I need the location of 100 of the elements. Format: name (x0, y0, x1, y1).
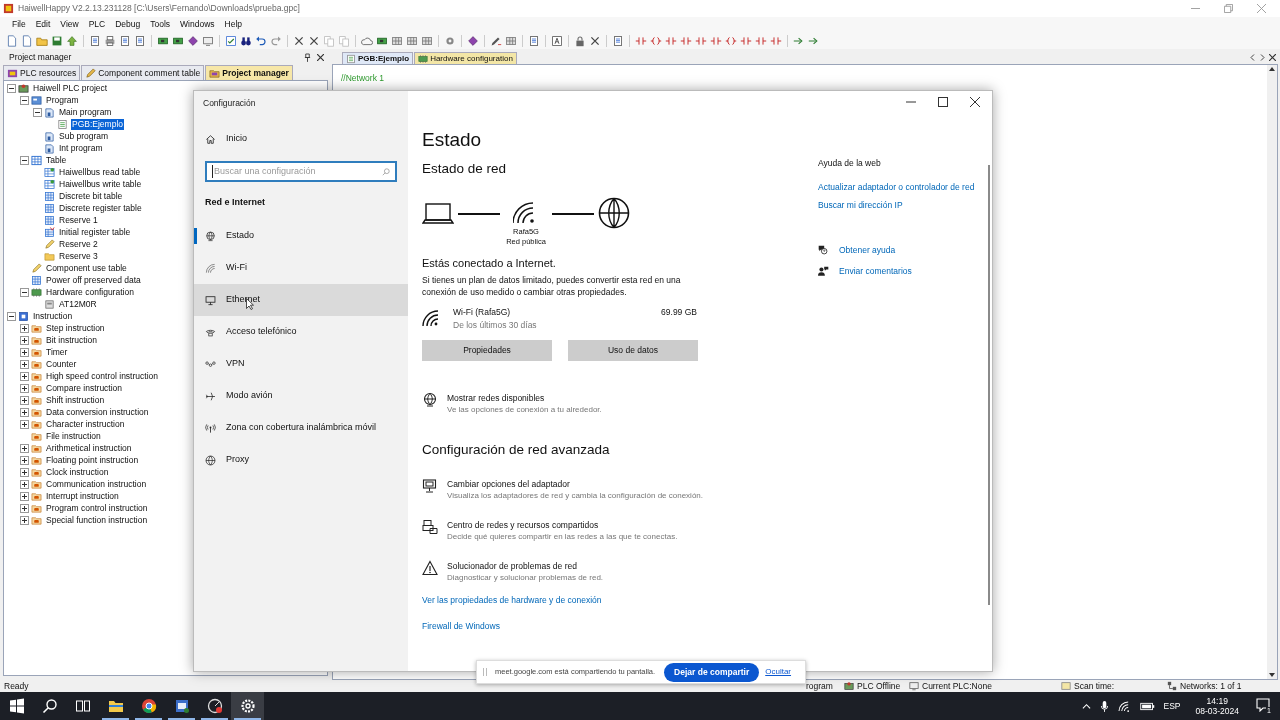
coil-icon[interactable] (650, 34, 662, 47)
scroll-down-icon[interactable] (1269, 673, 1275, 677)
tree-toggle[interactable] (20, 287, 29, 297)
nav-item[interactable]: Acceso telefónico (194, 316, 408, 348)
tree-item[interactable]: AT12M0R (58, 298, 98, 310)
editor-tab[interactable]: PGB:Ejemplo (342, 52, 414, 64)
cross-icon[interactable] (589, 34, 601, 47)
tree-toggle[interactable] (20, 503, 29, 513)
tree-item[interactable]: Instruction (32, 310, 74, 322)
binoculars-icon[interactable] (240, 34, 252, 47)
scrollbar[interactable] (988, 165, 990, 605)
arrow-up-icon[interactable] (66, 34, 78, 47)
tree-toggle[interactable] (20, 383, 29, 393)
tree-toggle[interactable] (20, 467, 29, 477)
tree-item[interactable]: Step instruction (45, 322, 106, 334)
tree-item[interactable]: Main program (58, 106, 113, 118)
tree-item[interactable]: Special function instruction (45, 514, 149, 526)
menu-item[interactable]: Debug (110, 18, 146, 31)
grid-icon[interactable] (406, 34, 418, 47)
tree-item[interactable]: Program control instruction (45, 502, 149, 514)
editor-tab[interactable]: Hardware configuration (414, 52, 517, 64)
document-icon[interactable] (528, 34, 540, 47)
tree-toggle[interactable] (20, 155, 29, 165)
link[interactable]: Ver las propiedades de hardware y de conexión (422, 594, 602, 606)
menu-item[interactable]: Edit (30, 18, 56, 31)
diamond-icon[interactable] (187, 34, 199, 47)
tree-item[interactable]: Data conversion instruction (45, 406, 150, 418)
tree-toggle[interactable] (7, 83, 16, 93)
link[interactable]: Ocultar (765, 666, 792, 678)
tree-item[interactable]: PGB:Ejemplo (71, 118, 125, 130)
tree-item[interactable]: Power off preserved data (45, 274, 142, 286)
document-icon[interactable] (119, 34, 131, 47)
tree-toggle[interactable] (20, 359, 29, 369)
lock-icon[interactable] (574, 34, 586, 47)
checklist-icon[interactable] (225, 34, 237, 47)
tree-item[interactable]: Floating point instruction (45, 454, 140, 466)
panel-tab[interactable]: PLC resources (3, 65, 81, 80)
printer-icon[interactable] (104, 34, 116, 47)
panel-tab[interactable]: Project manager (205, 65, 293, 80)
maximize-icon[interactable] (938, 97, 948, 107)
tree-item[interactable]: Haiwellbus read table (58, 166, 142, 178)
clock[interactable]: 14:19 08-03-2024 (1195, 696, 1239, 716)
nav-item[interactable]: VPN (194, 348, 408, 380)
contact-icon[interactable] (680, 34, 692, 47)
monitor-icon[interactable] (202, 34, 214, 47)
tree-item[interactable]: Reserve 2 (58, 238, 99, 250)
scrollbar[interactable] (1267, 65, 1277, 679)
grid-icon[interactable] (421, 34, 433, 47)
tree-item[interactable]: Discrete bit table (58, 190, 124, 202)
link[interactable]: Actualizar adaptador o controlador de red (818, 181, 983, 193)
tree-toggle[interactable] (20, 479, 29, 489)
menu-item[interactable]: Windows (175, 18, 220, 31)
link[interactable]: Obtener ayuda (839, 243, 896, 257)
tree-toggle[interactable] (20, 395, 29, 405)
chevron-up-icon[interactable] (1081, 701, 1091, 711)
button[interactable]: Propiedades (422, 340, 552, 361)
contact-icon[interactable] (740, 34, 752, 47)
redo-icon[interactable] (270, 34, 282, 47)
tree-item[interactable]: Shift instruction (45, 394, 106, 406)
link[interactable]: Centro de redes y recursos compartidos (447, 519, 717, 531)
tree-item[interactable]: Reserve 3 (58, 250, 99, 262)
close-icon[interactable] (1269, 54, 1276, 61)
tree-item[interactable]: High speed control instruction (45, 370, 159, 382)
taskbar-button[interactable] (231, 692, 264, 720)
tree-item[interactable]: Component use table (45, 262, 128, 274)
tree-item[interactable]: Clock instruction (45, 466, 110, 478)
tree-item[interactable]: Initial register table (58, 226, 132, 238)
tree-toggle[interactable] (20, 371, 29, 381)
nav-item[interactable]: Inicio (194, 127, 408, 151)
contact-icon[interactable] (635, 34, 647, 47)
close-icon[interactable] (970, 97, 980, 107)
contact-icon[interactable] (665, 34, 677, 47)
nav-item[interactable]: Ethernet (194, 284, 408, 316)
tree-toggle[interactable] (20, 455, 29, 465)
document-icon[interactable] (612, 34, 624, 47)
page-icon[interactable] (21, 34, 33, 47)
cross-icon[interactable] (308, 34, 320, 47)
wifi-icon[interactable] (1117, 700, 1131, 712)
document-icon[interactable] (134, 34, 146, 47)
microphone-icon[interactable] (1099, 699, 1109, 713)
tree-toggle[interactable] (7, 311, 16, 321)
contact-icon[interactable] (755, 34, 767, 47)
tree-item[interactable]: Counter (45, 358, 78, 370)
menu-item[interactable]: PLC (83, 18, 111, 31)
tree-toggle[interactable] (20, 95, 29, 105)
tree-toggle[interactable] (20, 419, 29, 429)
tree-item[interactable]: Hardware configuration (45, 286, 135, 298)
page-icon[interactable] (6, 34, 18, 47)
tree-toggle[interactable] (20, 407, 29, 417)
tree-item[interactable]: Table (45, 154, 68, 166)
contact-icon[interactable] (770, 34, 782, 47)
tree-toggle[interactable] (20, 443, 29, 453)
tree-item[interactable]: Program (45, 94, 80, 106)
text-frame-icon[interactable] (551, 34, 563, 47)
link[interactable]: Solucionador de problemas de red (447, 560, 717, 572)
pin-icon[interactable] (304, 52, 311, 62)
button[interactable]: Uso de datos (568, 340, 698, 361)
coil-icon[interactable] (725, 34, 737, 47)
link[interactable]: Buscar mi dirección IP (818, 199, 983, 211)
link[interactable]: Enviar comentarios (839, 264, 912, 278)
